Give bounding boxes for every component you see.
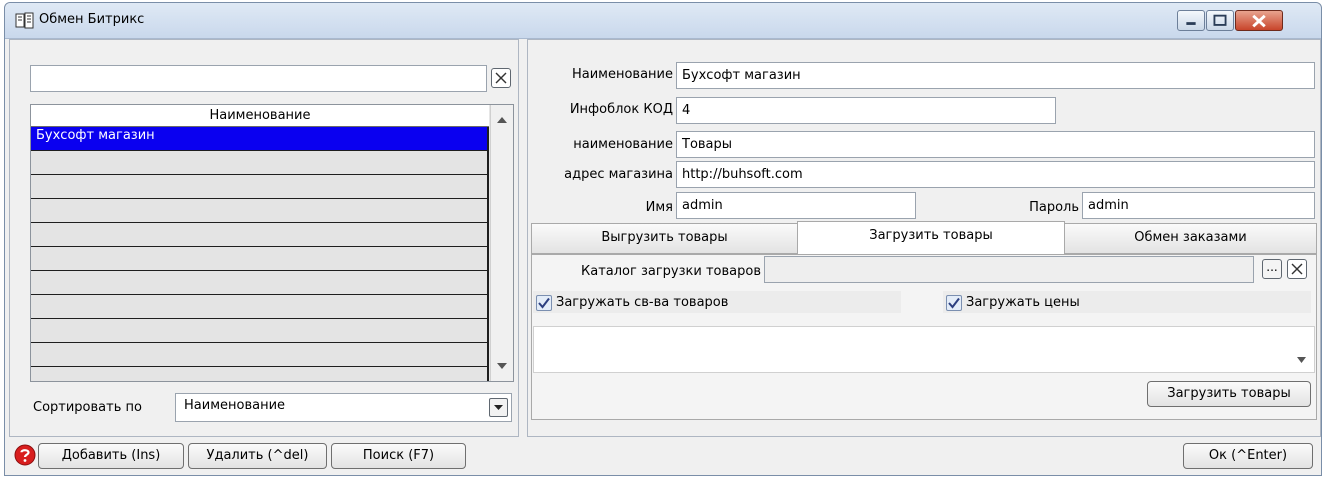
clear-icon <box>495 72 507 84</box>
load-goods-button[interactable]: Загрузить товары <box>1147 381 1311 407</box>
table-row[interactable] <box>31 271 489 295</box>
maximize-button[interactable] <box>1206 10 1234 31</box>
search-input[interactable] <box>30 65 487 92</box>
help-icon[interactable] <box>14 444 36 466</box>
clear-icon <box>1291 263 1303 275</box>
table-row[interactable] <box>31 223 489 247</box>
minimize-icon <box>1186 22 1196 25</box>
clear-search-button[interactable] <box>491 68 511 88</box>
scroll-down-icon <box>1297 357 1306 363</box>
load-prices-label: Загружать цены <box>966 295 1080 310</box>
tab-export-goods[interactable]: Выгрузить товары <box>531 223 798 254</box>
maximize-icon <box>1213 14 1227 26</box>
password-label: Пароль <box>1029 200 1079 215</box>
sort-select[interactable]: Наименование <box>175 393 512 422</box>
grid-divider <box>487 127 489 381</box>
load-props-checkbox[interactable] <box>536 295 552 311</box>
window-title: Обмен Битрикс <box>39 12 145 27</box>
clear-catalog-button[interactable] <box>1287 259 1307 279</box>
sort-select-value: Наименование <box>184 398 286 413</box>
user-field[interactable]: admin <box>676 192 916 219</box>
records-grid[interactable]: Наименование Бухсофт магазин <box>30 104 514 382</box>
checkmark-icon <box>948 297 960 309</box>
name-field[interactable]: Бухсофт магазин <box>676 62 1315 89</box>
load-props-label: Загружать св-ва товаров <box>556 295 729 310</box>
grid-cell: Бухсофт магазин <box>36 128 155 143</box>
close-button[interactable] <box>1235 10 1283 31</box>
chevron-down-icon <box>494 405 503 410</box>
tab-order-exchange[interactable]: Обмен заказами <box>1064 223 1317 254</box>
title-label: наименование <box>573 137 673 152</box>
table-row[interactable]: Бухсофт магазин <box>31 127 489 151</box>
table-row[interactable] <box>31 199 489 223</box>
tab-import-goods[interactable]: Загрузить товары <box>797 221 1065 255</box>
infoblock-label: Инфоблок КОД <box>569 102 673 117</box>
sort-dropdown-button[interactable] <box>489 398 508 417</box>
sort-label: Сортировать по <box>33 400 142 415</box>
load-prices-checkbox[interactable] <box>946 295 962 311</box>
title-bar[interactable]: Обмен Битрикс <box>5 3 1321 39</box>
close-icon <box>1252 14 1266 28</box>
address-label: адрес магазина <box>564 167 673 182</box>
minimize-button[interactable] <box>1177 10 1205 31</box>
table-row[interactable] <box>31 343 489 367</box>
ok-button[interactable]: Ок (^Enter) <box>1183 443 1313 469</box>
address-field[interactable]: http://buhsoft.com <box>676 161 1315 188</box>
add-button[interactable]: Добавить (Ins) <box>38 443 184 469</box>
password-field[interactable]: admin <box>1082 192 1315 219</box>
table-row[interactable] <box>31 151 489 175</box>
log-area[interactable] <box>533 326 1315 373</box>
user-label: Имя <box>645 200 673 215</box>
table-row[interactable] <box>31 367 489 381</box>
catalog-label: Каталог загрузки товаров <box>581 264 761 279</box>
grid-scrollbar[interactable] <box>490 105 513 381</box>
title-field[interactable]: Товары <box>676 131 1315 158</box>
checkmark-icon <box>538 297 550 309</box>
exchange-window: Обмен Битрикс Наименование Бухсофт магаз… <box>4 2 1322 476</box>
table-row[interactable] <box>31 247 489 271</box>
app-book-icon <box>15 12 34 29</box>
grid-column-header[interactable]: Наименование <box>31 105 489 127</box>
browse-button[interactable]: ... <box>1262 259 1282 279</box>
infoblock-field[interactable]: 4 <box>676 97 1056 124</box>
scroll-down-icon <box>497 363 507 369</box>
name-label: Наименование <box>571 67 673 82</box>
table-row[interactable] <box>31 295 489 319</box>
scroll-up-icon <box>497 117 507 123</box>
delete-button[interactable]: Удалить (^del) <box>188 443 327 469</box>
table-row[interactable] <box>31 319 489 343</box>
table-row[interactable] <box>31 175 489 199</box>
catalog-field[interactable] <box>764 256 1254 283</box>
search-button[interactable]: Поиск (F7) <box>331 443 466 469</box>
